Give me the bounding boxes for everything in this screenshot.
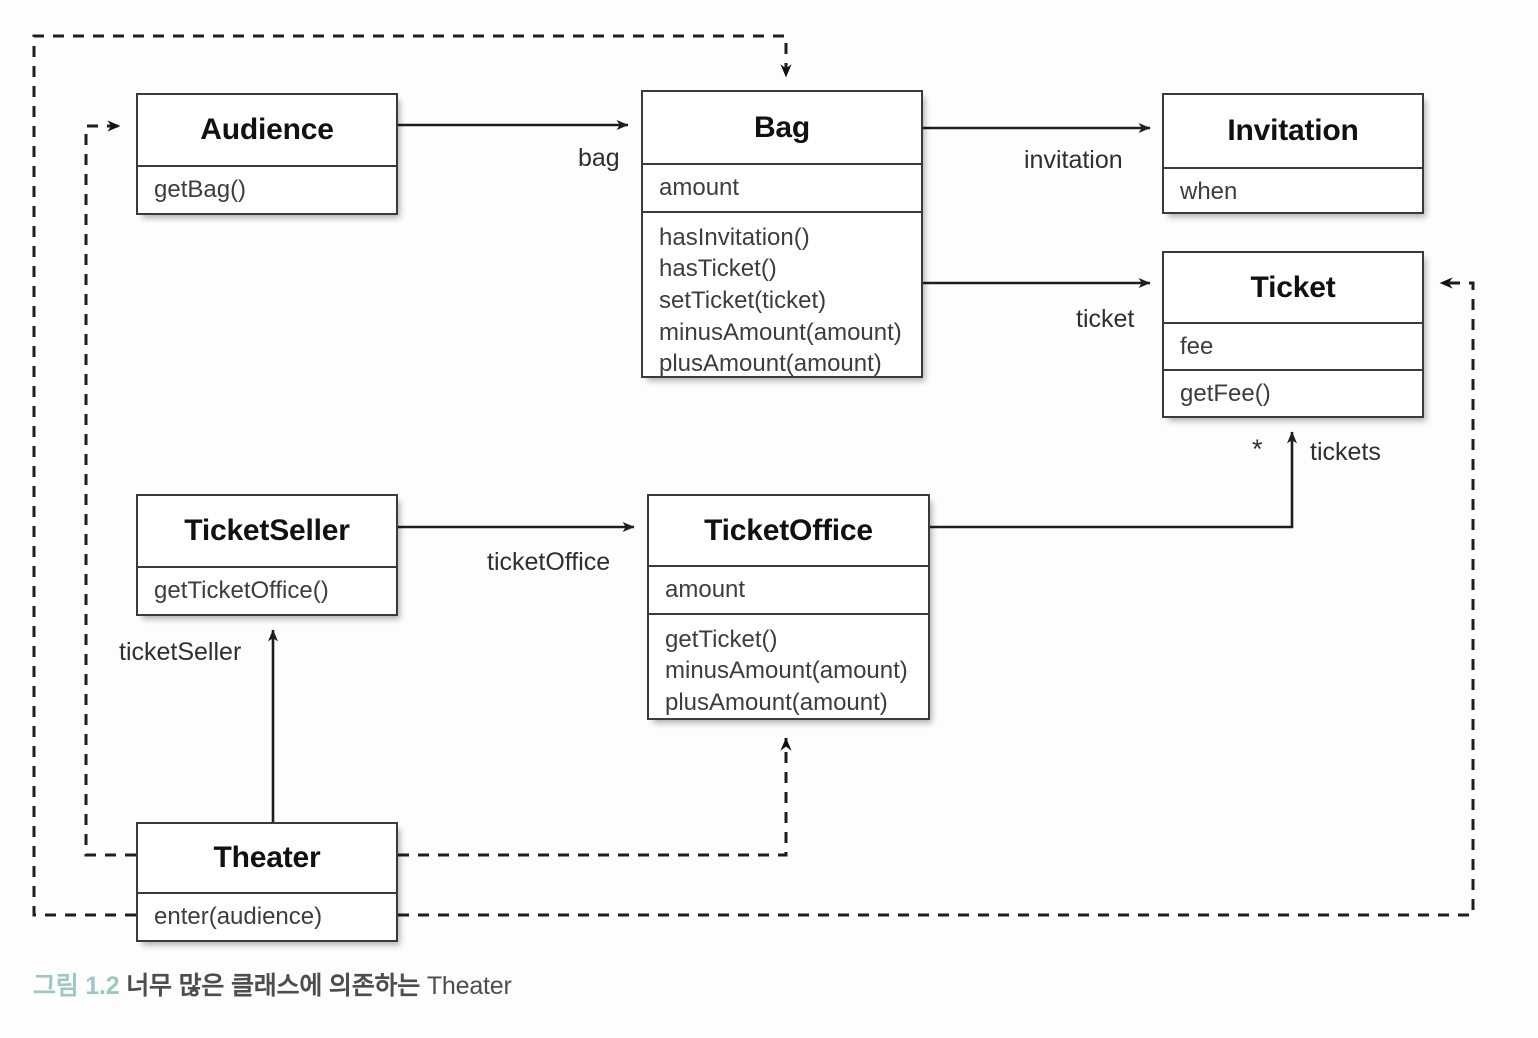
attribute-item: fee: [1180, 333, 1214, 360]
edge-label-ticketseller: ticketSeller: [119, 638, 242, 666]
attributes-invitation: when: [1164, 169, 1422, 216]
attribute-item: when: [1180, 178, 1238, 205]
operations-theater: enter(audience): [138, 894, 396, 941]
operation-item: hasInvitation(): [659, 223, 810, 251]
class-name-theater: Theater: [213, 841, 321, 874]
class-box-ticketseller[interactable]: TicketSeller getTicketOffice(): [136, 494, 398, 616]
class-name-ticket: Ticket: [1250, 270, 1336, 304]
operation-item: plusAmount(amount): [665, 689, 888, 717]
edge-theater-ticketoffice-dependency: [398, 737, 792, 857]
attributes-ticket: fee: [1164, 324, 1422, 369]
operation-item: plusAmount(amount): [659, 350, 882, 378]
operations-audience: getBag(): [138, 167, 396, 214]
uml-class-diagram: Audience getBag() Bag amount hasInvitati…: [0, 0, 1538, 1038]
attribute-item: amount: [665, 576, 746, 603]
edge-label-tickets-multiplicity: *: [1252, 434, 1263, 464]
figure-number: 그림 1.2: [33, 972, 120, 1000]
class-name-ticketoffice: TicketOffice: [704, 513, 873, 547]
class-name-invitation: Invitation: [1227, 114, 1359, 147]
attributes-bag: amount: [643, 165, 921, 211]
class-box-audience[interactable]: Audience getBag(): [136, 93, 398, 215]
edge-label-tickets: tickets: [1310, 438, 1381, 466]
class-box-invitation[interactable]: Invitation when: [1162, 93, 1424, 214]
attributes-ticketoffice: amount: [649, 567, 928, 613]
class-name-ticketseller: TicketSeller: [184, 514, 350, 547]
operation-item: getTicket(): [665, 625, 778, 653]
operations-ticket: getFee(): [1164, 371, 1422, 416]
attribute-item: amount: [659, 174, 740, 201]
operation-item: getBag(): [154, 176, 247, 203]
class-box-ticketoffice[interactable]: TicketOffice amount getTicket() minusAmo…: [647, 494, 930, 720]
figure-caption-suffix: Theater: [426, 972, 512, 1000]
class-box-bag[interactable]: Bag amount hasInvitation() hasTicket() s…: [641, 90, 923, 378]
class-box-theater[interactable]: Theater enter(audience): [136, 822, 398, 942]
operation-item: minusAmount(amount): [659, 318, 902, 346]
operation-item: hasTicket(): [659, 255, 777, 283]
operations-bag: hasInvitation() hasTicket() setTicket(ti…: [643, 213, 921, 388]
class-name-bag: Bag: [753, 110, 811, 144]
operation-item: minusAmount(amount): [665, 657, 908, 685]
operation-item: getTicketOffice(): [154, 577, 329, 604]
operations-ticketseller: getTicketOffice(): [138, 568, 396, 615]
class-box-ticket[interactable]: Ticket fee getFee(): [1162, 251, 1424, 418]
class-name-audience: Audience: [200, 113, 334, 146]
operation-item: getFee(): [1180, 379, 1271, 407]
edge-label-ticketoffice: ticketOffice: [487, 548, 611, 576]
figure-caption-text: 너무 많은 클래스에 의존하는: [126, 972, 427, 1000]
edge-label-bag: bag: [578, 144, 620, 172]
edge-label-ticket: ticket: [1076, 305, 1135, 333]
operation-item: setTicket(ticket): [659, 287, 827, 315]
operations-ticketoffice: getTicket() minusAmount(amount) plusAmou…: [649, 615, 928, 727]
edge-label-invitation: invitation: [1024, 146, 1123, 174]
operation-item: enter(audience): [154, 903, 323, 930]
edge-theater-audience-dependency: [84, 120, 136, 857]
edge-ticketoffice-ticket: [930, 431, 1298, 529]
figure-caption: 그림 1.2 너무 많은 클래스에 의존하는 Theater: [33, 966, 512, 1002]
